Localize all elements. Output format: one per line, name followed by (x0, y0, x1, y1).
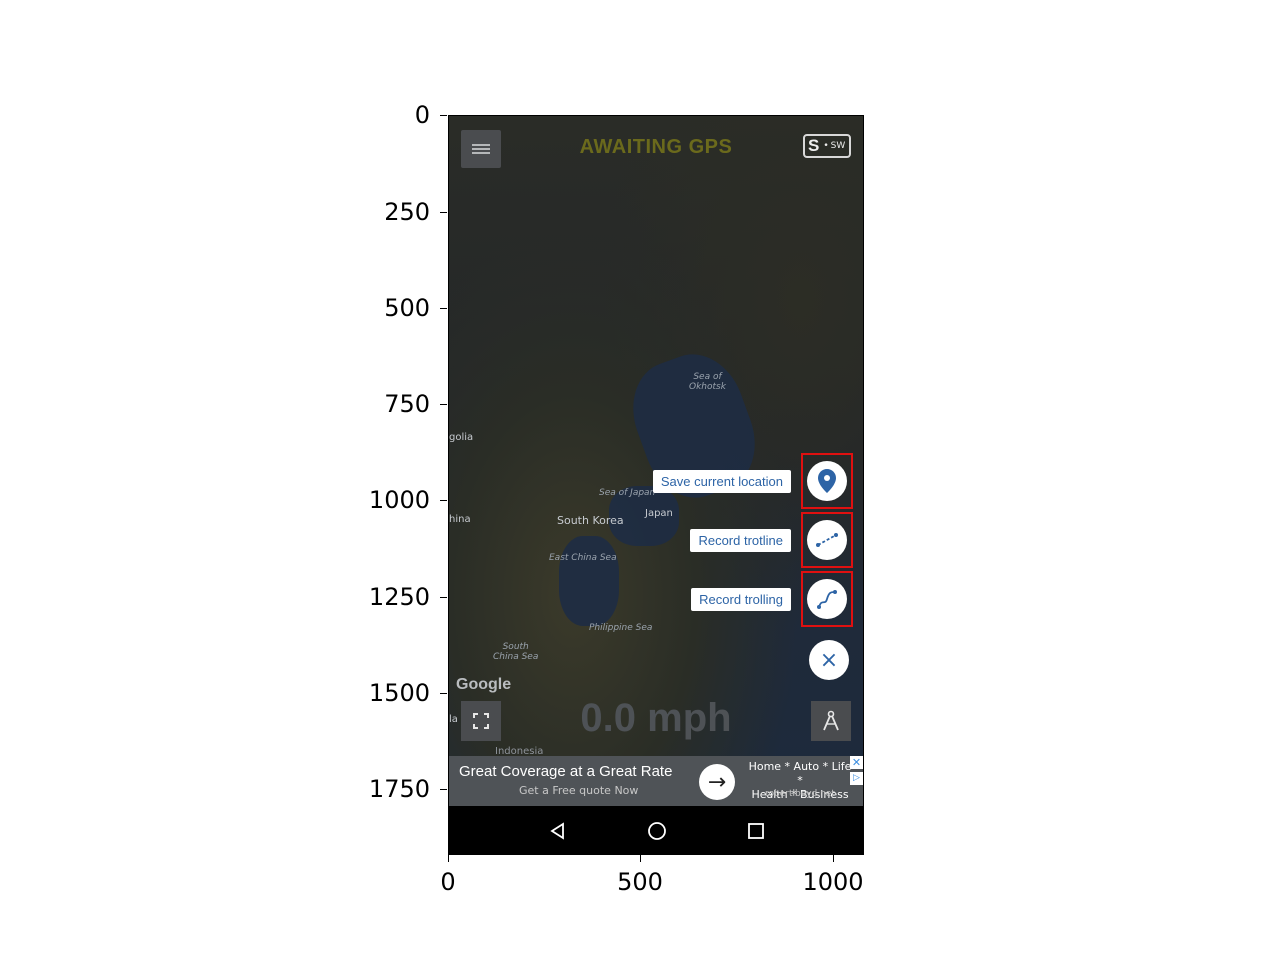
record-trolling-button[interactable] (807, 579, 847, 619)
map-label-sea-okhotsk: Sea of Okhotsk (689, 372, 726, 392)
back-triangle-icon (550, 822, 565, 840)
y-tick-mark (440, 693, 447, 694)
phone-screen: Sea of Okhotsk golia Sea of Japan Japan … (448, 115, 864, 855)
east-china-sea-shape (559, 536, 619, 626)
y-tick-label: 500 (384, 294, 430, 322)
compass-dot-icon: • (823, 141, 829, 151)
y-tick-label: 1500 (368, 679, 430, 707)
compass-divider-icon (823, 710, 839, 731)
map-label-japan: Japan (645, 508, 673, 519)
record-trotline-button[interactable] (807, 520, 847, 560)
map-label-east-china-sea: East China Sea (549, 553, 617, 563)
back-button[interactable] (538, 811, 578, 851)
y-tick-mark (440, 308, 447, 309)
record-trotline-label[interactable]: Record trotline (690, 528, 791, 552)
ad-info-icon[interactable]: ▷ (850, 772, 863, 785)
y-tick-mark (440, 115, 447, 116)
ad-right-line1: Home * Auto * Life * (748, 760, 852, 787)
x-tick-mark (448, 855, 449, 862)
map-label-south-korea: South Korea (557, 514, 624, 527)
y-tick-label: 750 (384, 390, 430, 418)
save-location-button[interactable] (807, 461, 847, 501)
y-tick-mark (440, 500, 447, 501)
ad-arrow-button[interactable]: → (699, 764, 735, 800)
y-tick-label: 0 (414, 101, 430, 129)
y-tick-label: 1250 (368, 583, 430, 611)
ad-title[interactable]: Great Coverage at a Great Rate (459, 763, 672, 780)
compass-indicator[interactable]: S • SW (803, 134, 851, 158)
compass-letter: S (808, 136, 820, 155)
home-button[interactable] (637, 811, 677, 851)
y-tick-mark (440, 597, 447, 598)
trolling-path-icon (817, 590, 837, 609)
map-label-sea-japan: Sea of Japan (599, 488, 656, 498)
record-trolling-highlight (801, 571, 853, 627)
record-trolling-label[interactable]: Record trolling (691, 587, 791, 611)
ad-banner[interactable]: Great Coverage at a Great Rate Get a Fre… (449, 756, 863, 806)
y-tick-label: 1000 (368, 486, 430, 514)
ad-subtitle: Get a Free quote Now (519, 784, 639, 797)
y-tick-mark (440, 789, 447, 790)
save-location-label[interactable]: Save current location (652, 469, 791, 493)
home-circle-icon (648, 822, 666, 840)
compass-direction: SW (830, 141, 846, 151)
map-label-mongolia: golia (449, 432, 474, 443)
ad-close-icon[interactable]: ✕ (850, 756, 863, 769)
measure-button[interactable] (811, 701, 851, 741)
map-label-south-china-sea: South China Sea (493, 642, 539, 662)
y-tick-mark (440, 404, 447, 405)
map-label-philippine-sea: Philippine Sea (589, 623, 653, 633)
x-tick-label: 1000 (802, 868, 864, 896)
y-tick-mark (440, 212, 447, 213)
speed-readout: 0.0 mph (580, 696, 732, 740)
recents-square-icon (747, 823, 764, 839)
x-tick-label: 500 (617, 868, 663, 896)
recents-button[interactable] (736, 811, 776, 851)
y-tick-label: 1750 (368, 775, 430, 803)
close-actions-button[interactable]: × (809, 640, 849, 680)
system-nav-bar (449, 806, 863, 854)
x-tick-mark (640, 855, 641, 862)
gps-status-title: AWAITING GPS (579, 136, 733, 158)
y-tick-label: 250 (384, 198, 430, 226)
save-location-row[interactable]: Save current location (652, 453, 853, 509)
google-logo: Google (456, 676, 512, 693)
map-label-china: hina (449, 514, 471, 525)
record-trotline-highlight (801, 512, 853, 568)
location-pin-icon (818, 469, 836, 493)
arrow-right-icon: → (707, 769, 727, 795)
record-trolling-row[interactable]: Record trolling (691, 571, 853, 627)
trotline-icon (816, 533, 838, 547)
x-tick-label: 0 (440, 868, 456, 896)
save-location-highlight (801, 453, 853, 509)
x-tick-mark (833, 855, 834, 862)
record-trotline-row[interactable]: Record trotline (690, 512, 853, 568)
ad-url: robertlboyd.net (765, 789, 835, 799)
